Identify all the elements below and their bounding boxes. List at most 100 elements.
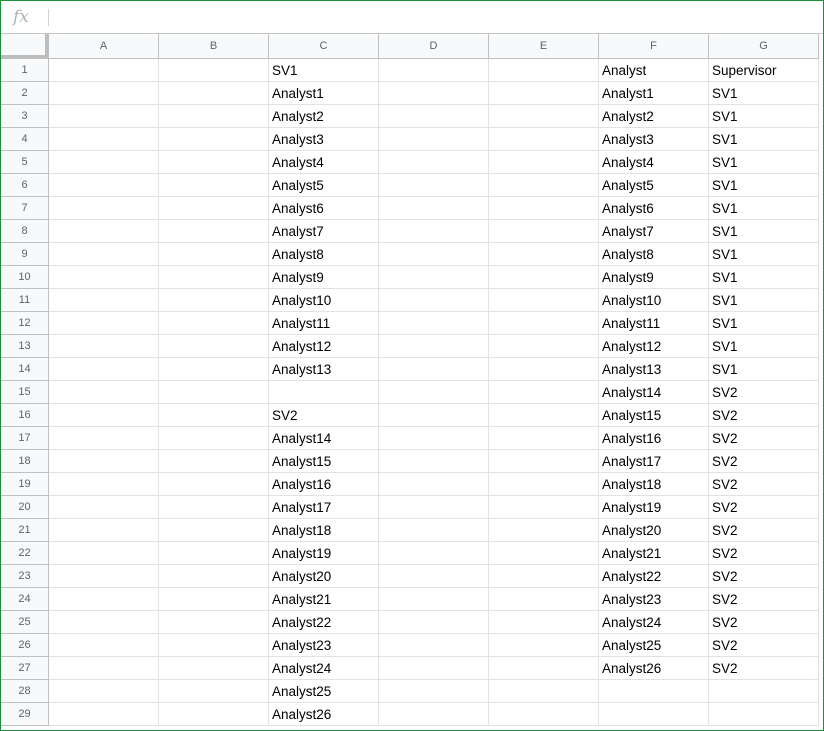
cell-g19[interactable]: SV2: [709, 473, 819, 496]
cell-e28[interactable]: [489, 680, 599, 703]
row-header-9[interactable]: 9: [1, 243, 49, 266]
cell-b17[interactable]: [159, 427, 269, 450]
cell-f12[interactable]: Analyst11: [599, 312, 709, 335]
cell-c9[interactable]: Analyst8: [269, 243, 379, 266]
cell-f20[interactable]: Analyst19: [599, 496, 709, 519]
cell-d12[interactable]: [379, 312, 489, 335]
cell-c18[interactable]: Analyst15: [269, 450, 379, 473]
cell-b18[interactable]: [159, 450, 269, 473]
cell-e18[interactable]: [489, 450, 599, 473]
cell-g3[interactable]: SV1: [709, 105, 819, 128]
row-header-16[interactable]: 16: [1, 404, 49, 427]
cell-d6[interactable]: [379, 174, 489, 197]
cell-b15[interactable]: [159, 381, 269, 404]
cell-b8[interactable]: [159, 220, 269, 243]
cell-b7[interactable]: [159, 197, 269, 220]
cell-e17[interactable]: [489, 427, 599, 450]
cell-a20[interactable]: [49, 496, 159, 519]
cell-g8[interactable]: SV1: [709, 220, 819, 243]
cell-b12[interactable]: [159, 312, 269, 335]
cell-g1[interactable]: Supervisor: [709, 59, 819, 82]
cell-f25[interactable]: Analyst24: [599, 611, 709, 634]
row-header-28[interactable]: 28: [1, 680, 49, 703]
cell-d22[interactable]: [379, 542, 489, 565]
cell-g10[interactable]: SV1: [709, 266, 819, 289]
column-header-e[interactable]: E: [489, 34, 599, 59]
cell-d10[interactable]: [379, 266, 489, 289]
cell-a7[interactable]: [49, 197, 159, 220]
cell-f14[interactable]: Analyst13: [599, 358, 709, 381]
cell-a3[interactable]: [49, 105, 159, 128]
row-header-6[interactable]: 6: [1, 174, 49, 197]
cell-g7[interactable]: SV1: [709, 197, 819, 220]
cell-a25[interactable]: [49, 611, 159, 634]
cell-f3[interactable]: Analyst2: [599, 105, 709, 128]
row-header-19[interactable]: 19: [1, 473, 49, 496]
cell-c22[interactable]: Analyst19: [269, 542, 379, 565]
cell-f4[interactable]: Analyst3: [599, 128, 709, 151]
cell-a1[interactable]: [49, 59, 159, 82]
cell-c6[interactable]: Analyst5: [269, 174, 379, 197]
cell-g17[interactable]: SV2: [709, 427, 819, 450]
cell-c15[interactable]: [269, 381, 379, 404]
row-header-26[interactable]: 26: [1, 634, 49, 657]
cell-d21[interactable]: [379, 519, 489, 542]
row-header-14[interactable]: 14: [1, 358, 49, 381]
cell-g25[interactable]: SV2: [709, 611, 819, 634]
row-header-24[interactable]: 24: [1, 588, 49, 611]
cell-f10[interactable]: Analyst9: [599, 266, 709, 289]
cell-e8[interactable]: [489, 220, 599, 243]
cell-a8[interactable]: [49, 220, 159, 243]
cell-f23[interactable]: Analyst22: [599, 565, 709, 588]
row-header-3[interactable]: 3: [1, 105, 49, 128]
cell-b22[interactable]: [159, 542, 269, 565]
cell-c26[interactable]: Analyst23: [269, 634, 379, 657]
cell-d14[interactable]: [379, 358, 489, 381]
row-header-23[interactable]: 23: [1, 565, 49, 588]
cell-c24[interactable]: Analyst21: [269, 588, 379, 611]
cell-b1[interactable]: [159, 59, 269, 82]
row-header-27[interactable]: 27: [1, 657, 49, 680]
cell-c11[interactable]: Analyst10: [269, 289, 379, 312]
cell-f9[interactable]: Analyst8: [599, 243, 709, 266]
cell-f13[interactable]: Analyst12: [599, 335, 709, 358]
row-header-11[interactable]: 11: [1, 289, 49, 312]
cell-e20[interactable]: [489, 496, 599, 519]
cell-g13[interactable]: SV1: [709, 335, 819, 358]
cell-d25[interactable]: [379, 611, 489, 634]
row-header-20[interactable]: 20: [1, 496, 49, 519]
cell-d7[interactable]: [379, 197, 489, 220]
cell-f5[interactable]: Analyst4: [599, 151, 709, 174]
cell-b16[interactable]: [159, 404, 269, 427]
cell-a4[interactable]: [49, 128, 159, 151]
cell-b25[interactable]: [159, 611, 269, 634]
cell-g15[interactable]: SV2: [709, 381, 819, 404]
column-header-a[interactable]: A: [49, 34, 159, 59]
cell-c2[interactable]: Analyst1: [269, 82, 379, 105]
cell-f7[interactable]: Analyst6: [599, 197, 709, 220]
cell-b10[interactable]: [159, 266, 269, 289]
cell-b6[interactable]: [159, 174, 269, 197]
cell-b11[interactable]: [159, 289, 269, 312]
row-header-4[interactable]: 4: [1, 128, 49, 151]
cell-b5[interactable]: [159, 151, 269, 174]
cell-a21[interactable]: [49, 519, 159, 542]
cell-e7[interactable]: [489, 197, 599, 220]
cell-g2[interactable]: SV1: [709, 82, 819, 105]
cell-a24[interactable]: [49, 588, 159, 611]
column-header-b[interactable]: B: [159, 34, 269, 59]
cell-e16[interactable]: [489, 404, 599, 427]
cell-a26[interactable]: [49, 634, 159, 657]
cell-d5[interactable]: [379, 151, 489, 174]
row-header-2[interactable]: 2: [1, 82, 49, 105]
cell-g22[interactable]: SV2: [709, 542, 819, 565]
column-header-c[interactable]: C: [269, 34, 379, 59]
cell-d19[interactable]: [379, 473, 489, 496]
row-header-12[interactable]: 12: [1, 312, 49, 335]
cell-c21[interactable]: Analyst18: [269, 519, 379, 542]
cell-c14[interactable]: Analyst13: [269, 358, 379, 381]
cell-b23[interactable]: [159, 565, 269, 588]
cell-g23[interactable]: SV2: [709, 565, 819, 588]
cell-a2[interactable]: [49, 82, 159, 105]
row-header-22[interactable]: 22: [1, 542, 49, 565]
